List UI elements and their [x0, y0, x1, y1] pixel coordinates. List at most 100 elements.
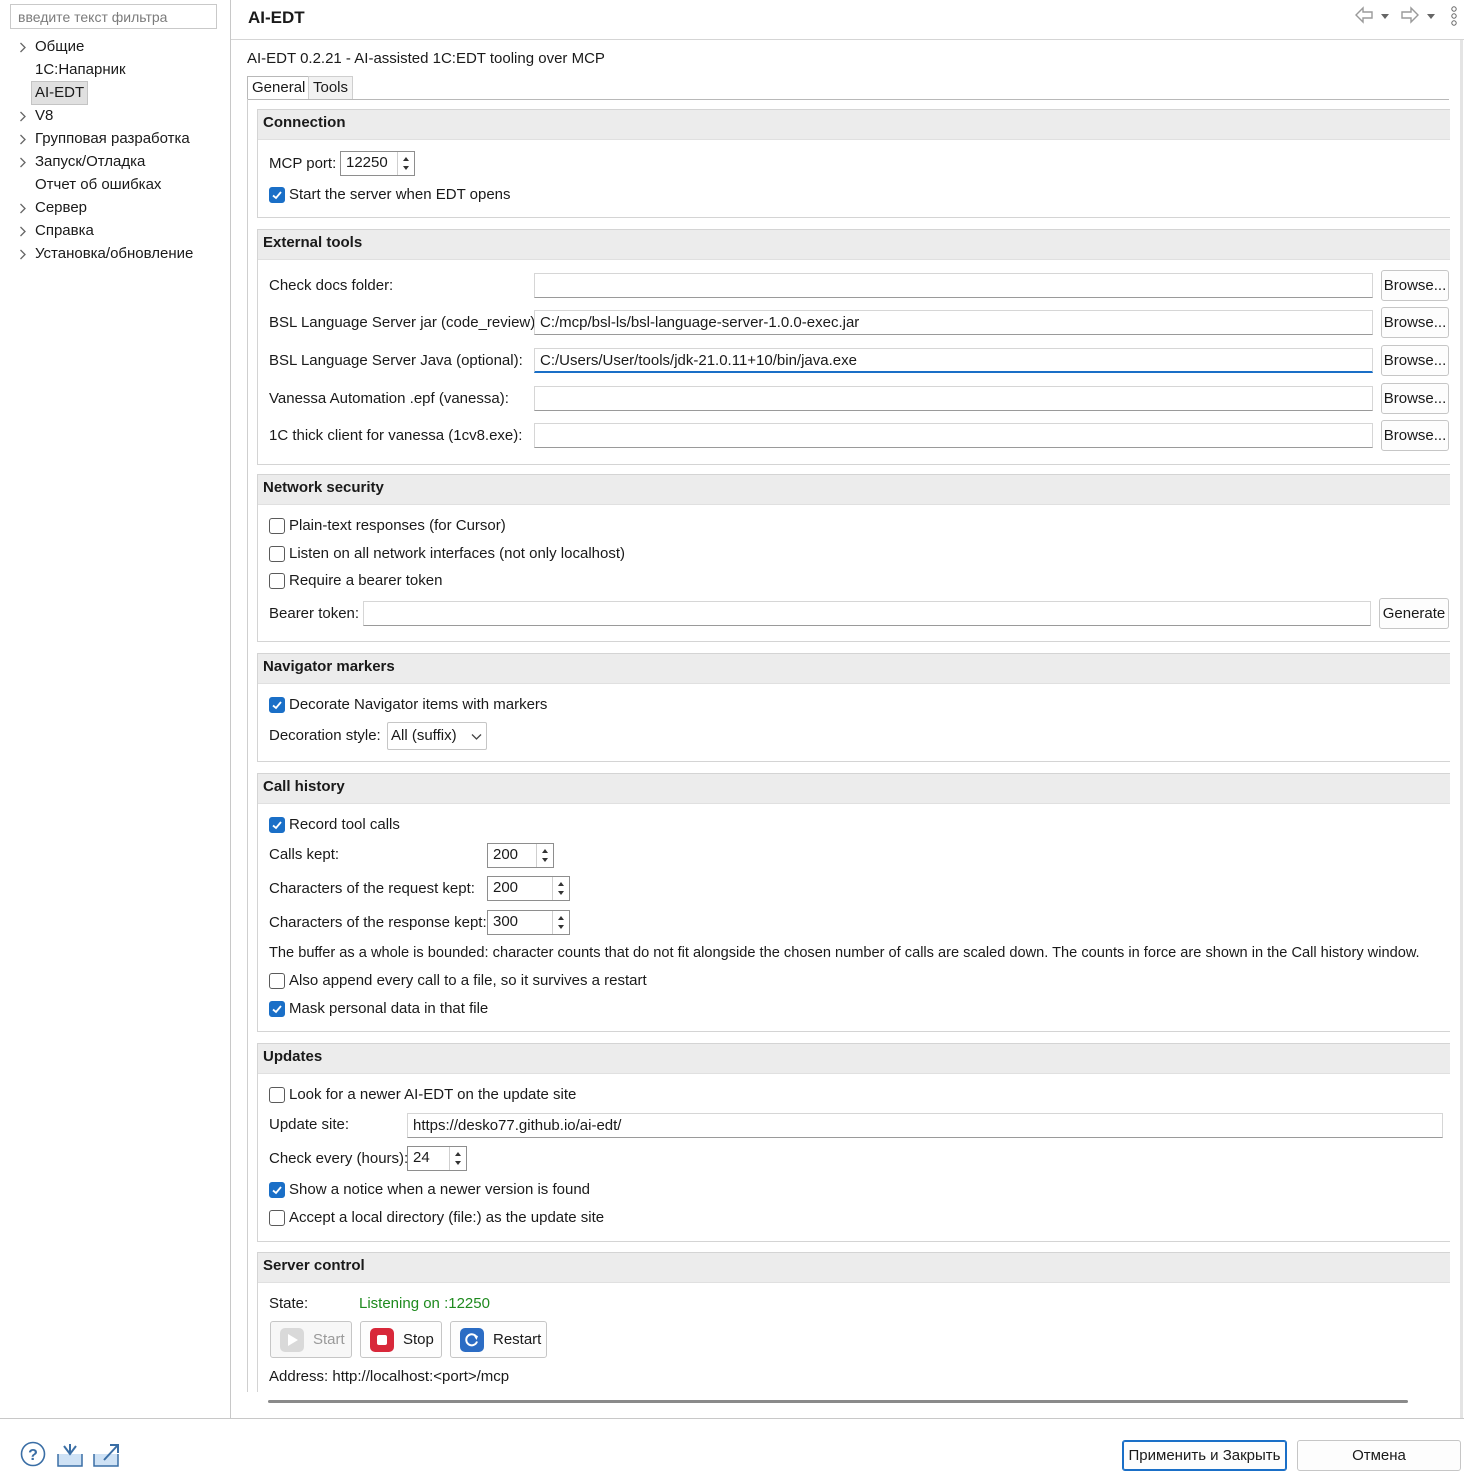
external-tool-path-field[interactable]: C:/Users/User/tools/jdk-21.0.11+10/bin/j… — [534, 348, 1373, 373]
decoration-style-label: Decoration style: — [269, 727, 381, 744]
browse-button[interactable]: Browse... — [1381, 420, 1449, 451]
tree-item-label: Справка — [35, 222, 94, 239]
decoration-style-select[interactable]: All (suffix) — [387, 722, 487, 750]
header-divider — [231, 39, 1464, 40]
start-on-open-label: Start the server when EDT opens — [289, 186, 511, 203]
generate-button[interactable]: Generate — [1379, 598, 1449, 629]
browse-button[interactable]: Browse... — [1381, 270, 1449, 301]
help-icon[interactable]: ? — [20, 1441, 46, 1471]
mask-data-checkbox[interactable] — [269, 1001, 285, 1017]
forward-icon[interactable] — [1400, 6, 1420, 27]
start-on-open-checkbox[interactable] — [269, 187, 285, 203]
chevron-right-icon[interactable] — [17, 36, 29, 58]
tree-item-label: Установка/обновление — [35, 245, 194, 262]
plain-text-checkbox[interactable] — [269, 518, 285, 534]
calls-kept-spinner[interactable]: 200 — [487, 843, 554, 868]
spinner-arrows[interactable] — [449, 1147, 466, 1170]
mask-data-label: Mask personal data in that file — [289, 1000, 489, 1017]
browse-button[interactable]: Browse... — [1381, 345, 1449, 376]
chevron-right-icon[interactable] — [17, 128, 29, 150]
plain-text-label: Plain-text responses (for Cursor) — [289, 517, 506, 534]
tree-item-label: V8 — [35, 107, 54, 124]
horizontal-scrollbar[interactable] — [268, 1400, 1408, 1403]
request-chars-label: Characters of the request kept: — [269, 880, 475, 897]
chevron-right-icon[interactable] — [17, 197, 29, 219]
mcp-port-spinner[interactable]: 12250 — [340, 151, 415, 176]
chevron-right-icon[interactable] — [17, 243, 29, 265]
look-updates-checkbox[interactable] — [269, 1087, 285, 1103]
local-dir-checkbox[interactable] — [269, 1210, 285, 1226]
external-tool-label: BSL Language Server jar (code_review): — [269, 314, 540, 331]
external-tool-path-field[interactable] — [534, 423, 1373, 448]
require-token-checkbox[interactable] — [269, 573, 285, 589]
response-chars-value: 300 — [493, 913, 519, 930]
state-label: State: — [269, 1295, 309, 1312]
external-tool-path-field[interactable] — [534, 386, 1373, 411]
stop-server-button[interactable]: Stop — [360, 1321, 442, 1358]
external-tool-label: BSL Language Server Java (optional): — [269, 352, 523, 369]
forward-menu-icon[interactable] — [1426, 8, 1436, 24]
play-icon — [280, 1328, 304, 1352]
browse-button[interactable]: Browse... — [1381, 383, 1449, 414]
check-every-spinner[interactable]: 24 — [407, 1146, 467, 1171]
external-tool-path-field[interactable]: C:/mcp/bsl-ls/bsl-language-server-1.0.0-… — [534, 310, 1373, 335]
look-updates-label: Look for a newer AI-EDT on the update si… — [289, 1086, 577, 1103]
section-title: Navigator markers — [263, 658, 395, 675]
decorate-label: Decorate Navigator items with markers — [289, 696, 548, 713]
decorate-checkbox[interactable] — [269, 697, 285, 713]
section-title: External tools — [263, 234, 363, 251]
append-file-label: Also append every call to a file, so it … — [289, 972, 647, 989]
calls-kept-label: Calls kept: — [269, 846, 340, 863]
chevron-down-icon — [471, 734, 482, 740]
back-menu-icon[interactable] — [1380, 8, 1390, 24]
checkmark-icon — [272, 191, 282, 200]
check-every-label: Check every (hours): — [269, 1150, 409, 1167]
tab-general[interactable]: General — [247, 76, 311, 100]
restart-icon — [460, 1328, 484, 1352]
export-icon[interactable] — [92, 1442, 122, 1472]
checkmark-icon — [272, 821, 282, 830]
back-icon[interactable] — [1354, 6, 1374, 27]
cancel-button[interactable]: Отмена — [1297, 1440, 1461, 1471]
server-address: Address: http://localhost:<port>/mcp — [269, 1368, 510, 1385]
external-tool-path-field[interactable] — [534, 273, 1373, 298]
view-menu-icon[interactable] — [1449, 4, 1459, 33]
stop-icon — [370, 1328, 394, 1352]
chevron-right-icon[interactable] — [17, 151, 29, 173]
apply-and-close-button[interactable]: Применить и Закрыть — [1122, 1440, 1287, 1471]
state-value: Listening on :12250 — [359, 1295, 490, 1312]
request-chars-spinner[interactable]: 200 — [487, 876, 570, 901]
vertical-scrollbar[interactable] — [1460, 40, 1463, 1418]
spinner-arrows[interactable] — [536, 844, 553, 867]
chevron-right-icon[interactable] — [17, 220, 29, 242]
spinner-arrows[interactable] — [552, 877, 569, 900]
record-calls-checkbox[interactable] — [269, 817, 285, 833]
spinner-arrows[interactable] — [397, 152, 414, 175]
browse-button[interactable]: Browse... — [1381, 307, 1449, 338]
mcp-port-value: 12250 — [346, 154, 388, 171]
external-tool-label: 1C thick client for vanessa (1cv8.exe): — [269, 427, 523, 444]
update-site-field[interactable]: https://desko77.github.io/ai-edt/ — [407, 1113, 1443, 1138]
append-file-checkbox[interactable] — [269, 973, 285, 989]
listen-all-checkbox[interactable] — [269, 546, 285, 562]
button-bar-divider — [0, 1418, 1464, 1419]
show-notice-checkbox[interactable] — [269, 1182, 285, 1198]
bearer-token-field[interactable] — [363, 601, 1371, 626]
call-history-section: Call history — [257, 773, 1450, 1032]
tree-item-label: Общие — [35, 38, 85, 55]
check-every-value: 24 — [413, 1149, 430, 1166]
section-title: Connection — [263, 114, 346, 131]
import-icon[interactable] — [56, 1442, 84, 1472]
start-server-button[interactable]: Start — [270, 1321, 352, 1358]
update-site-label: Update site: — [269, 1116, 350, 1133]
response-chars-spinner[interactable]: 300 — [487, 910, 570, 935]
tab-tools[interactable]: Tools — [308, 76, 354, 100]
chevron-right-icon[interactable] — [17, 105, 29, 127]
spinner-arrows[interactable] — [552, 911, 569, 934]
show-notice-label: Show a notice when a newer version is fo… — [289, 1181, 591, 1198]
external-tool-label: Check docs folder: — [269, 277, 394, 294]
filter-input[interactable] — [10, 4, 217, 29]
bearer-token-label: Bearer token: — [269, 605, 360, 622]
restart-server-button[interactable]: Restart — [450, 1321, 547, 1358]
request-chars-value: 200 — [493, 879, 519, 896]
